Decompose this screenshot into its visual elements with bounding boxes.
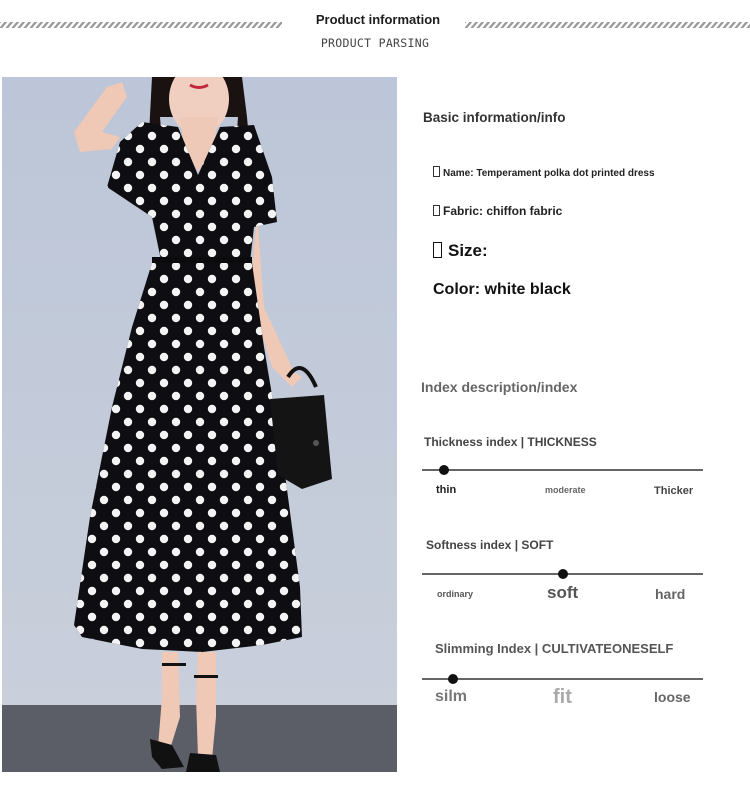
slimming-label-loose: loose bbox=[654, 689, 691, 705]
thickness-label-thin: thin bbox=[436, 484, 457, 496]
thickness-title: Thickness index | THICKNESS bbox=[424, 435, 597, 449]
thickness-label-thicker: Thicker bbox=[654, 485, 694, 497]
softness-label-ordinary: ordinary bbox=[437, 589, 474, 599]
index-heading: Index description/index bbox=[421, 379, 578, 395]
box-glyph-icon bbox=[433, 242, 442, 258]
slimming-label-fit: fit bbox=[553, 686, 572, 708]
fabric-row: Fabric: chiffon fabric bbox=[433, 204, 562, 218]
softness-label-soft: soft bbox=[547, 583, 579, 602]
box-glyph-icon bbox=[433, 205, 440, 216]
slimming-title: Slimming Index | CULTIVATEONESELF bbox=[435, 641, 674, 656]
softness-marker bbox=[557, 569, 568, 579]
softness-title: Softness index | SOFT bbox=[426, 538, 554, 552]
fabric: Fabric: chiffon fabric bbox=[443, 204, 563, 218]
slimming-marker bbox=[447, 674, 458, 684]
thickness-label-moderate: moderate bbox=[545, 485, 586, 495]
header-subtitle: PRODUCT PARSING bbox=[320, 36, 430, 50]
thickness-track bbox=[422, 469, 703, 471]
basic-info-heading: Basic information/info bbox=[423, 110, 566, 125]
box-glyph-icon bbox=[433, 166, 440, 177]
softness-label-hard: hard bbox=[655, 586, 686, 602]
thickness-marker bbox=[439, 465, 450, 475]
product-name: Name: Temperament polka dot printed dres… bbox=[443, 168, 655, 179]
product-name-row: Name: Temperament polka dot printed dres… bbox=[433, 166, 655, 179]
slimming-track bbox=[422, 678, 703, 680]
size: Size: bbox=[448, 241, 488, 260]
header-title: Product information bbox=[315, 12, 441, 27]
color-row: Color: white black bbox=[433, 281, 571, 298]
product-photo bbox=[2, 77, 397, 772]
slimming-label-silm: silm bbox=[435, 688, 468, 705]
size-row: Size: bbox=[433, 241, 488, 261]
